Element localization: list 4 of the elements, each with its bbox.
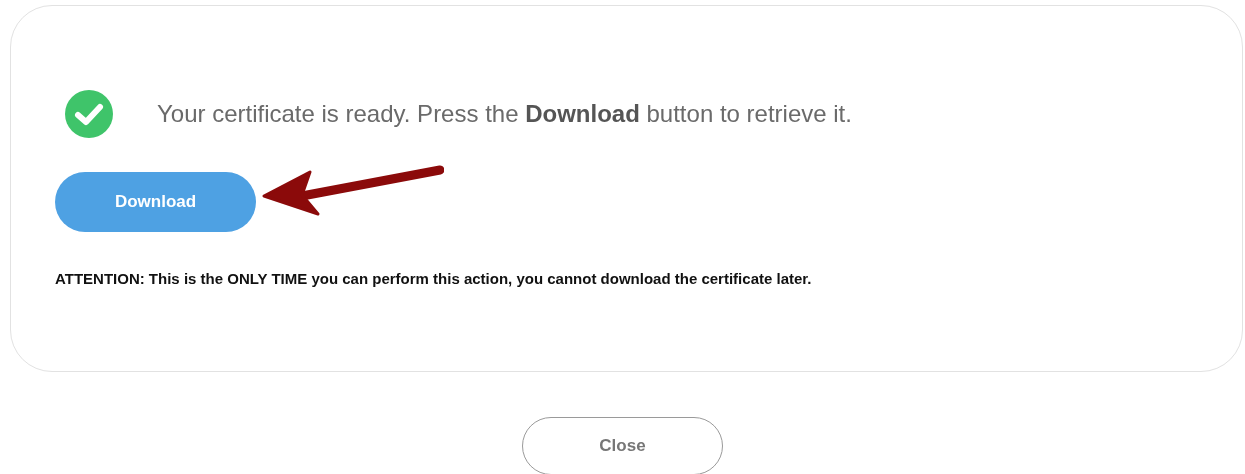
attention-note: ATTENTION: This is the ONLY TIME you can perform this action, you cannot download the certificate later. [55,270,813,287]
close-button[interactable]: Close [522,417,723,474]
download-button[interactable]: Download [55,172,256,232]
status-message: Your certificate is ready. Press the Download button to retrieve it. [157,100,852,128]
